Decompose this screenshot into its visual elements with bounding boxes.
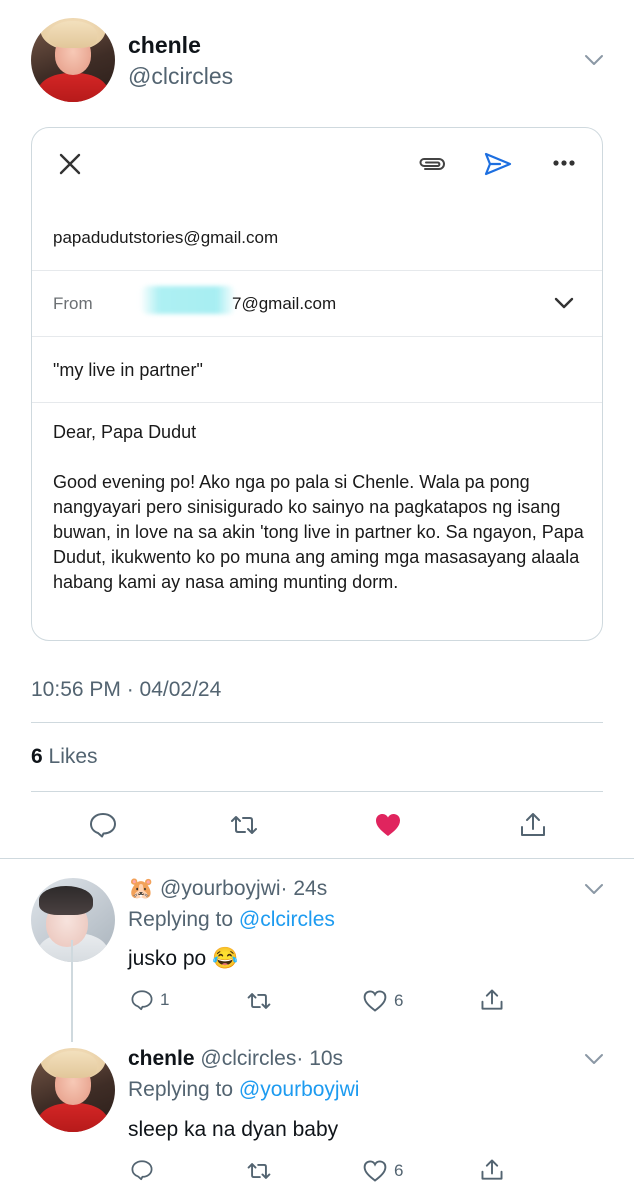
reply-icon[interactable] — [88, 810, 118, 840]
reply-avatar[interactable] — [31, 878, 115, 962]
redacted-email — [140, 286, 236, 314]
chevron-down-icon[interactable] — [554, 297, 574, 309]
replying-to: Replying to @yourboyjwi — [128, 1078, 359, 1102]
heart-icon — [363, 990, 387, 1012]
reply-handle: @clcircles — [200, 1047, 297, 1070]
reply-button[interactable]: 1 — [130, 988, 169, 1012]
close-icon[interactable] — [59, 153, 81, 175]
replying-label: Replying to — [128, 1078, 234, 1101]
reply-name: chenle — [128, 1047, 195, 1070]
email-from-label: From — [53, 294, 93, 313]
like-count: 6 — [394, 1161, 404, 1180]
likes-label: Likes — [48, 745, 98, 768]
hamster-emoji: 🐹 — [128, 877, 155, 900]
divider — [31, 791, 603, 792]
email-screenshot-card: papadudutstories@gmail.com From 7@gmail.… — [31, 127, 603, 641]
tweet-timestamp[interactable]: 10:56 PM · 04/02/24 — [31, 678, 221, 702]
chevron-down-icon[interactable] — [584, 1053, 604, 1065]
reply-header[interactable]: 🐹 @yourboyjwi· 24s — [128, 877, 327, 901]
reply-header[interactable]: chenle @clcircles· 10s — [128, 1047, 343, 1071]
replying-mention[interactable]: @clcircles — [239, 908, 335, 931]
divider — [0, 858, 634, 859]
reply-time: · 24s — [280, 877, 328, 900]
divider — [32, 402, 602, 403]
likes-count[interactable]: 6 Likes — [31, 745, 98, 769]
share-icon[interactable] — [479, 1157, 505, 1183]
email-to-address[interactable]: papadudutstories@gmail.com — [53, 228, 278, 248]
retweet-icon[interactable] — [246, 1158, 272, 1184]
divider — [31, 722, 603, 723]
email-body: Good evening po! Ako nga po pala si Chen… — [53, 472, 584, 592]
email-from-value[interactable]: 7@gmail.com — [232, 294, 336, 314]
like-button[interactable]: 6 — [362, 988, 403, 1014]
reply-text: jusko po 😂 — [128, 947, 239, 970]
chevron-down-icon[interactable] — [584, 54, 604, 66]
reply-avatar[interactable] — [31, 1048, 115, 1132]
divider — [32, 336, 602, 337]
send-icon[interactable] — [484, 152, 512, 176]
reply-time: · 10s — [296, 1047, 344, 1070]
reply-handle: @yourboyjwi — [160, 877, 281, 900]
replying-mention[interactable]: @yourboyjwi — [239, 1078, 360, 1101]
like-count: 6 — [394, 991, 404, 1010]
divider — [32, 270, 602, 271]
share-icon[interactable] — [479, 987, 505, 1013]
reply-count: 1 — [160, 990, 170, 1009]
chevron-down-icon[interactable] — [584, 883, 604, 895]
heart-icon — [363, 1160, 387, 1182]
retweet-icon[interactable] — [229, 810, 259, 840]
avatar-shirt — [37, 73, 109, 102]
author-name[interactable]: chenle — [128, 32, 201, 59]
avatar-hair — [49, 21, 97, 49]
author-avatar[interactable] — [31, 18, 115, 102]
heart-icon[interactable] — [373, 810, 403, 840]
share-icon[interactable] — [518, 810, 548, 840]
retweet-icon[interactable] — [246, 988, 272, 1014]
author-handle[interactable]: @clcircles — [128, 63, 233, 90]
replying-to: Replying to @clcircles — [128, 908, 335, 932]
more-icon[interactable] — [552, 159, 576, 167]
avatar-hair — [49, 1051, 97, 1079]
avatar-hair — [39, 886, 94, 915]
avatar-shirt — [37, 1103, 109, 1132]
email-salutation: Dear, Papa Dudut — [53, 422, 197, 442]
email-subject[interactable]: "my live in partner" — [53, 360, 203, 381]
paperclip-icon[interactable] — [417, 154, 447, 174]
thread-connector — [71, 940, 73, 1042]
reply-icon[interactable] — [130, 1158, 154, 1182]
like-button[interactable]: 6 — [362, 1158, 403, 1184]
reply-icon — [131, 990, 153, 1011]
likes-number: 6 — [31, 745, 43, 768]
replying-label: Replying to — [128, 908, 234, 931]
reply-text: sleep ka na dyan baby — [128, 1118, 339, 1141]
